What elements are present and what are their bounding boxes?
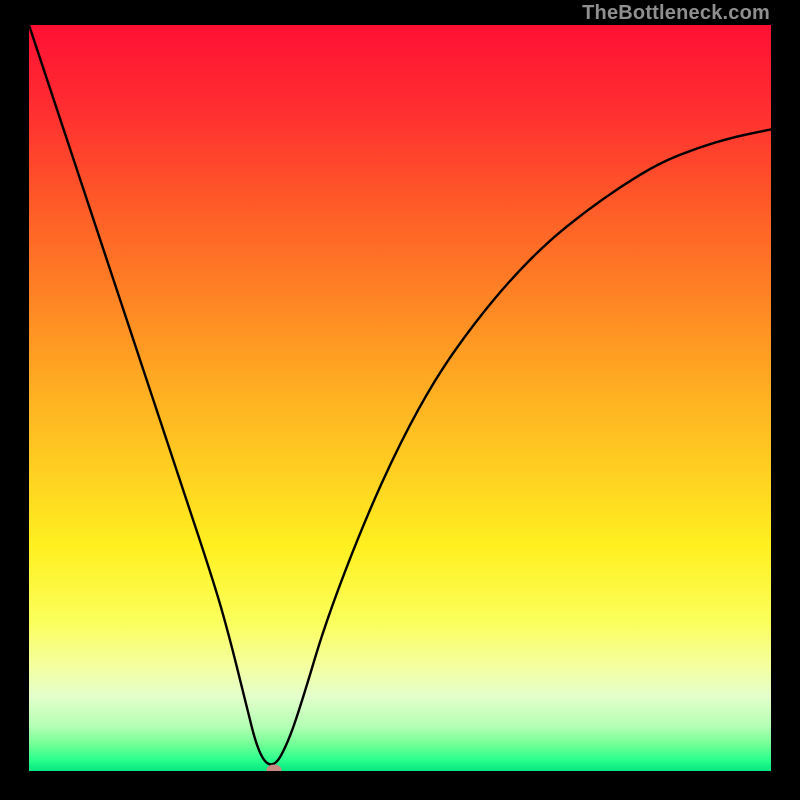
watermark-text: TheBottleneck.com bbox=[582, 2, 770, 25]
plot-area bbox=[29, 25, 771, 771]
chart-frame: TheBottleneck.com bbox=[0, 0, 800, 800]
optimal-point-marker bbox=[266, 764, 281, 771]
bottleneck-curve bbox=[29, 25, 771, 771]
